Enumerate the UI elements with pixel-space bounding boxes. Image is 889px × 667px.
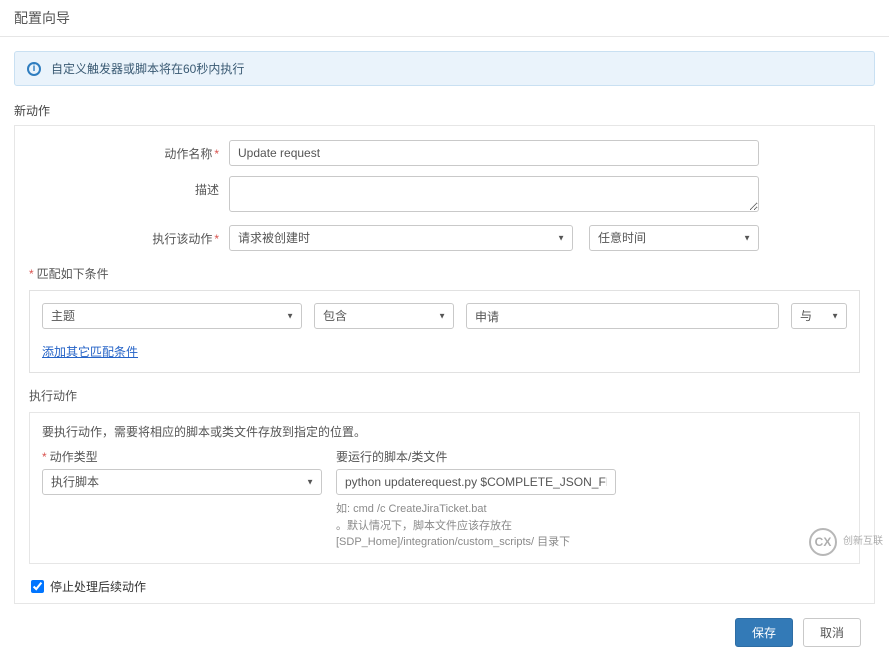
label-description: 描述 — [29, 176, 229, 198]
criteria-value-input[interactable] — [466, 303, 779, 329]
criteria-box: 主题 ▼ 包含 ▼ 与 ▼ — [29, 290, 860, 373]
label-execute-action: 执行该动作 — [29, 225, 229, 247]
execute-time-select[interactable]: 任意时间 — [589, 225, 759, 251]
exec-action-panel: 要执行动作，需要将相应的脚本或类文件存放到指定的位置。 动作类型 执行脚本 ▼ … — [29, 412, 860, 564]
add-criteria-link[interactable]: 添加其它匹配条件 — [42, 343, 138, 360]
info-banner: i 自定义触发器或脚本将在60秒内执行 — [14, 51, 875, 86]
action-type-select[interactable]: 执行脚本 — [42, 469, 322, 495]
info-icon: i — [27, 62, 41, 76]
exec-desc: 要执行动作，需要将相应的脚本或类文件存放到指定的位置。 — [42, 423, 847, 440]
execute-when-select[interactable]: 请求被创建时 — [229, 225, 573, 251]
exec-action-title: 执行动作 — [29, 387, 860, 404]
section-new-action: 新动作 — [14, 102, 875, 119]
label-action-name: 动作名称 — [29, 140, 229, 162]
description-textarea[interactable] — [229, 176, 759, 212]
info-text: 自定义触发器或脚本将在60秒内执行 — [51, 60, 244, 77]
save-button[interactable]: 保存 — [735, 618, 793, 647]
stop-processing-label: 停止处理后续动作 — [50, 578, 146, 595]
label-action-type: 动作类型 — [42, 448, 322, 465]
stop-processing-checkbox[interactable] — [31, 580, 44, 593]
action-name-input[interactable] — [229, 140, 759, 166]
criteria-logic-select[interactable]: 与 — [791, 303, 847, 329]
watermark: CX 创新互联 — [809, 528, 883, 556]
script-file-input[interactable] — [336, 469, 616, 495]
watermark-text: 创新互联 — [843, 537, 883, 547]
label-script-file: 要运行的脚本/类文件 — [336, 448, 616, 465]
criteria-operator-select[interactable]: 包含 — [314, 303, 454, 329]
logo-icon: CX — [809, 528, 837, 556]
cancel-button[interactable]: 取消 — [803, 618, 861, 647]
form-panel: 动作名称 描述 执行该动作 请求被创建时 ▼ — [14, 125, 875, 604]
criteria-field-select[interactable]: 主题 — [42, 303, 302, 329]
page-title: 配置向导 — [0, 0, 889, 37]
script-hint: 如: cmd /c CreateJiraTicket.bat 。默认情况下，脚本… — [336, 501, 616, 551]
criteria-title: 匹配如下条件 — [29, 265, 860, 282]
